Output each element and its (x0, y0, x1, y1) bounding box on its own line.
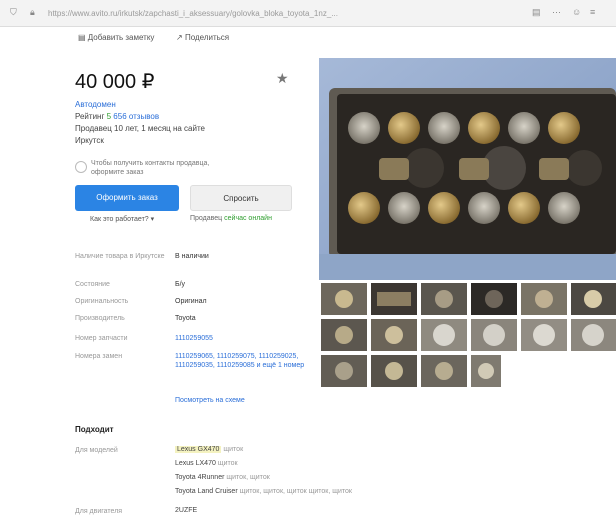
thumbnail-grid (321, 283, 616, 387)
add-note-label: Добавить заметку (87, 33, 155, 42)
seller-status: Продавец сейчас онлайн (190, 215, 272, 222)
how-it-works-link[interactable]: Как это работает? ▾ (90, 215, 154, 223)
fit-model-name: Toyota 4Runner (175, 474, 225, 481)
fit-model-item[interactable]: Toyota 4Runner щиток, щиток (175, 474, 270, 481)
fit-model-name: Lexus LX470 (175, 460, 216, 467)
reviews-link[interactable]: 656 отзывов (113, 112, 159, 121)
fits-section-title: Подходит (75, 425, 114, 434)
prop-value-condition: Б/у (175, 281, 186, 288)
prop-value-replacement-numbers[interactable]: 1110259065, 1110259075, 1110259025, 1110… (175, 352, 310, 370)
ask-seller-button[interactable]: Спросить (190, 185, 292, 211)
share-button[interactable]: ↗ Поделиться (176, 33, 229, 42)
reader-icon[interactable]: ▤ (532, 7, 541, 18)
shield-icon[interactable]: ⛉ (10, 7, 17, 18)
thumb-row-3 (321, 355, 501, 387)
prop-value-availability: В наличии (175, 253, 209, 260)
note-icon: ▤ (78, 33, 86, 42)
fit-model-note: щиток (217, 460, 238, 467)
prop-value-manufacturer: Toyota (175, 315, 196, 322)
prop-value-part-number[interactable]: 1110259055 (175, 334, 310, 343)
more-icon[interactable]: ⋯ (552, 7, 561, 18)
fit-model-item[interactable]: Toyota Land Cruiser щиток, щиток, щиток … (175, 488, 352, 495)
seller-since: Продавец 10 лет, 1 месяц на сайте (75, 124, 205, 133)
fit-model-name: Lexus GX470 (175, 446, 222, 453)
prop-key-availability: Наличие товара в Иркутске (75, 253, 165, 260)
share-label: Поделиться (184, 33, 230, 42)
contact-note-text: Чтобы получить контакты продавца, оформи… (91, 160, 210, 176)
main-product-photo[interactable] (319, 58, 616, 280)
seller-name-link[interactable]: Автодомен (75, 100, 116, 109)
prop-key-condition: Состояние (75, 281, 110, 288)
fit-model-item[interactable]: Lexus LX470 щиток (175, 460, 238, 467)
seller-city: Иркутск (75, 136, 104, 145)
fits-engine-value: 2UZFE (175, 507, 198, 514)
fit-model-note: щиток (223, 446, 244, 453)
share-icon: ↗ (176, 33, 183, 42)
lock-icon[interactable]: 🔒︎ (30, 7, 35, 18)
url-text[interactable]: https://www.avito.ru/irkutsk/zapchasti_i… (48, 9, 508, 18)
seller-online: сейчас онлайн (224, 215, 272, 222)
show-on-scheme-link[interactable]: Посмотреть на схеме (175, 396, 310, 405)
chevron-down-icon: ▾ (150, 216, 155, 223)
seller-rating: Рейтинг 5 656 отзывов (75, 112, 159, 121)
fit-model-note: щиток, щиток, щиток щиток, щиток (239, 488, 352, 495)
thumb-row-2 (321, 319, 616, 351)
prop-key-replacement-numbers: Номера замен (75, 353, 123, 360)
fits-engine-key: Для двигателя (75, 508, 123, 515)
phone-icon (75, 161, 87, 173)
price: 40 000 ₽ (75, 71, 155, 93)
fit-model-note: щиток, щиток (226, 474, 270, 481)
add-note-button[interactable]: ▤ Добавить заметку (78, 33, 154, 42)
thumb-row-1 (321, 283, 616, 315)
favorite-star-icon[interactable]: ★ (276, 70, 289, 87)
prop-key-part-number: Номер запчасти (75, 335, 128, 342)
fit-model-item[interactable]: Lexus GX470 щиток (175, 446, 243, 453)
order-button[interactable]: Оформить заказ (75, 185, 179, 211)
photo-thumbnails (321, 283, 616, 391)
how-it-works-label: Как это работает? (90, 216, 149, 223)
prop-key-manufacturer: Производитель (75, 315, 125, 322)
menu-icon[interactable]: ≡ (590, 7, 595, 17)
fit-model-name: Toyota Land Cruiser (175, 488, 238, 495)
browser-address-bar[interactable]: ⛉ 🔒︎ https://www.avito.ru/irkutsk/zapcha… (0, 0, 616, 27)
rating-value: 5 (106, 112, 112, 121)
prop-value-originality: Оригинал (175, 298, 207, 305)
seller-status-prefix: Продавец (190, 215, 223, 222)
prop-key-originality: Оригинальность (75, 298, 129, 305)
fits-models-key: Для моделей (75, 447, 118, 454)
extension-icon[interactable]: ☺ (572, 7, 581, 17)
rating-prefix: Рейтинг (75, 112, 105, 121)
engine-head-photo (319, 58, 616, 280)
